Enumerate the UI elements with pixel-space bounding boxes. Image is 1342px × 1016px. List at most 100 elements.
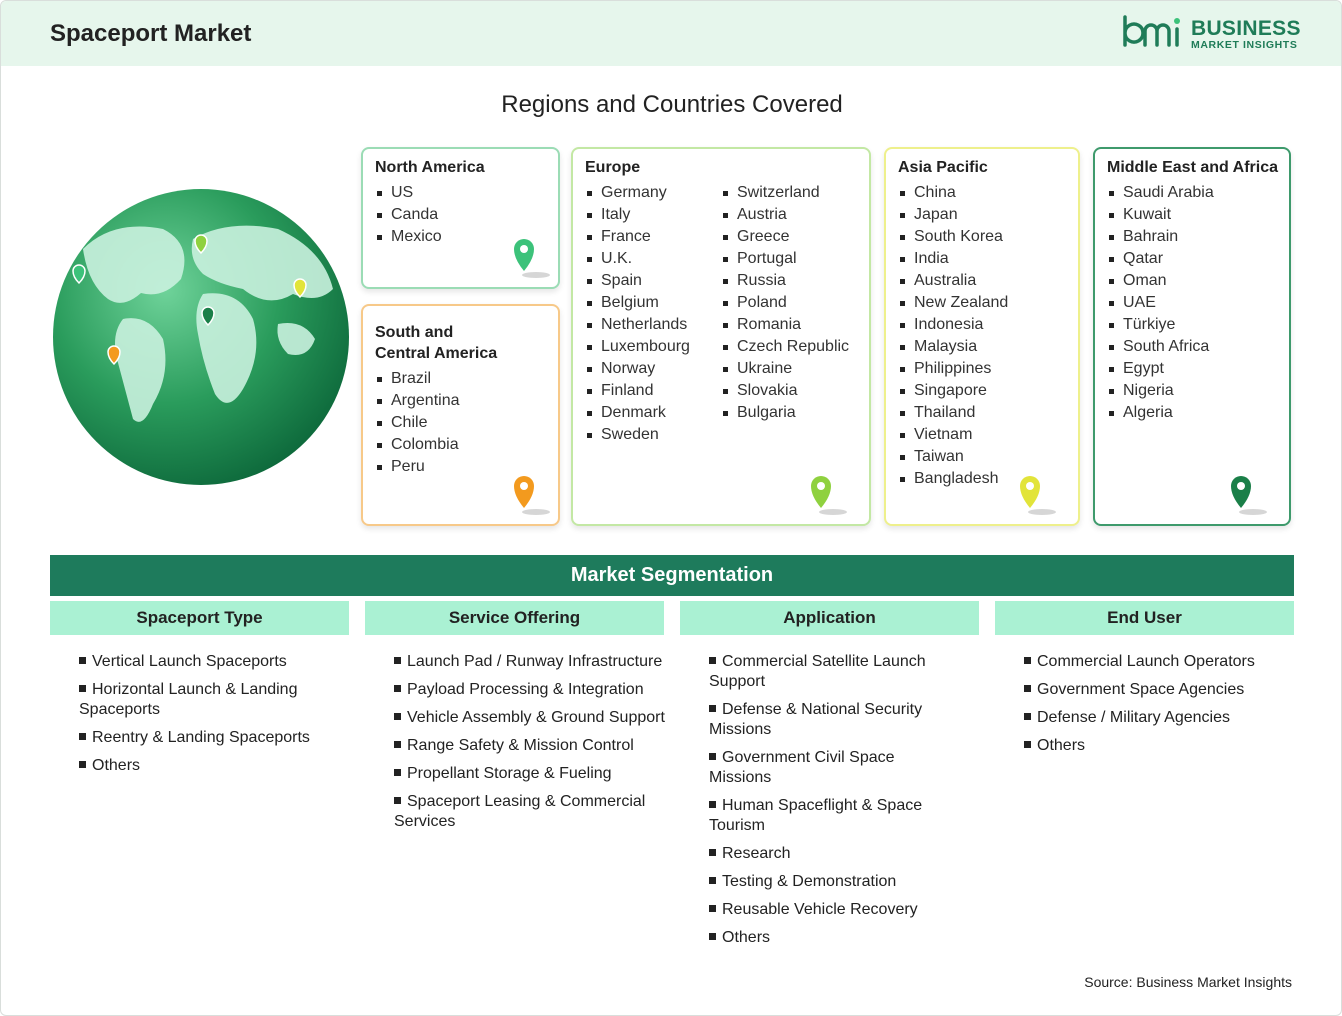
segment-item: Propellant Storage & Fueling (394, 764, 669, 784)
country-item: Malaysia (898, 336, 1066, 358)
region-card-middle-east-africa: Middle East and Africa Saudi Arabia Kuwa… (1093, 147, 1291, 526)
segment-item-label: Government Civil Space Missions (709, 749, 895, 786)
country-item: Türkiye (1107, 314, 1277, 336)
segment-item-label: Human Spaceflight & Space Tourism (709, 797, 923, 834)
header-bar: Spaceport Market BUSINESS MARKET INSIGHT… (1, 1, 1341, 66)
bullet-icon (79, 685, 86, 692)
map-pin-icon (1231, 476, 1267, 515)
country-item: Japan (898, 204, 1066, 226)
country-item: South Korea (898, 226, 1066, 248)
country-item: Greece (721, 226, 857, 248)
segment-item-label: Range Safety & Mission Control (407, 737, 634, 754)
bullet-icon (1024, 685, 1031, 692)
region-title: North America (375, 159, 485, 176)
segment-item-label: Propellant Storage & Fueling (407, 765, 612, 782)
country-item: Bulgaria (721, 402, 857, 424)
country-item: Denmark (585, 402, 721, 424)
bullet-icon (709, 905, 716, 912)
segment-item-label: Others (722, 929, 771, 946)
region-card-north-america: North America US Canda Mexico (361, 147, 560, 289)
source-note: Source: Business Market Insights (1084, 974, 1292, 990)
region-title-line: Central America (375, 345, 498, 362)
country-item: Portugal (721, 248, 857, 270)
segment-header-spaceport-type: Spaceport Type (50, 601, 349, 635)
segment-item: Horizontal Launch & Landing Spaceports (79, 680, 339, 720)
country-item: Singapore (898, 380, 1066, 402)
segment-item: Payload Processing & Integration (394, 680, 669, 700)
segment-item-label: Payload Processing & Integration (407, 681, 644, 698)
segment-item-label: Vertical Launch Spaceports (92, 653, 287, 670)
segment-header-end-user: End User (995, 601, 1294, 635)
country-item: U.K. (585, 248, 721, 270)
logo-sub-text: MARKET INSIGHTS (1191, 39, 1298, 51)
segment-item-label: Defense & National Security Missions (709, 701, 923, 738)
region-title-line: South and (375, 324, 454, 341)
region-title: South and Central America (375, 322, 546, 364)
segment-item-label: Horizontal Launch & Landing Spaceports (79, 681, 298, 718)
logo-brand-text: BUSINESS (1191, 17, 1301, 40)
country-item: US (375, 182, 546, 204)
map-pin-icon (514, 476, 550, 515)
country-item: Australia (898, 270, 1066, 292)
country-item: Sweden (585, 424, 721, 446)
country-item: China (898, 182, 1066, 204)
country-item: Indonesia (898, 314, 1066, 336)
country-item: Romania (721, 314, 857, 336)
country-item: Oman (1107, 270, 1277, 292)
country-item: Bahrain (1107, 226, 1277, 248)
country-item: Slovakia (721, 380, 857, 402)
country-item: Czech Republic (721, 336, 857, 358)
page-title: Spaceport Market (50, 20, 252, 47)
bullet-icon (394, 797, 401, 804)
segment-list-end-user: Commercial Launch Operators Government S… (1024, 652, 1289, 764)
country-item: India (898, 248, 1066, 270)
segment-item-label: Reusable Vehicle Recovery (722, 901, 918, 918)
region-title: Europe (585, 159, 641, 176)
bullet-icon (79, 657, 86, 664)
map-pin-icon (811, 476, 847, 515)
country-item: Spain (585, 270, 721, 292)
region-title: Asia Pacific (898, 159, 988, 176)
segment-item-label: Research (722, 845, 791, 862)
country-item: Kuwait (1107, 204, 1277, 226)
country-item: Taiwan (898, 446, 1066, 468)
segment-header-service-offering: Service Offering (365, 601, 664, 635)
segment-item-label: Government Space Agencies (1037, 681, 1245, 698)
segment-item-label: Defense / Military Agencies (1037, 709, 1230, 726)
bullet-icon (394, 741, 401, 748)
segment-header-application: Application (680, 601, 979, 635)
segment-item: Spaceport Leasing & Commercial Services (394, 792, 669, 832)
region-card-europe: Europe Germany Italy France U.K. Spain B… (571, 147, 871, 526)
bullet-icon (79, 733, 86, 740)
bullet-icon (709, 933, 716, 940)
segment-item: Testing & Demonstration (709, 872, 959, 892)
segment-item-label: Testing & Demonstration (722, 873, 897, 890)
segment-item-label: Reentry & Landing Spaceports (92, 729, 310, 746)
country-item: Ukraine (721, 358, 857, 380)
segment-list-application: Commercial Satellite Launch Support Defe… (709, 652, 959, 956)
country-item: Algeria (1107, 402, 1277, 424)
bullet-icon (394, 685, 401, 692)
segmentation-title-bar: Market Segmentation (50, 555, 1294, 596)
country-item: Colombia (375, 434, 546, 456)
segment-list-spaceport-type: Vertical Launch Spaceports Horizontal La… (79, 652, 339, 784)
region-card-south-central-america: South and Central America Brazil Argenti… (361, 304, 560, 526)
country-item: Switzerland (721, 182, 857, 204)
country-item: Germany (585, 182, 721, 204)
country-item: Thailand (898, 402, 1066, 424)
country-item: UAE (1107, 292, 1277, 314)
segment-item: Range Safety & Mission Control (394, 736, 669, 756)
country-item: Norway (585, 358, 721, 380)
segment-item: Human Spaceflight & Space Tourism (709, 796, 959, 836)
segment-item: Others (79, 756, 339, 776)
country-item: Austria (721, 204, 857, 226)
bullet-icon (394, 713, 401, 720)
bullet-icon (709, 801, 716, 808)
segment-item-label: Commercial Satellite Launch Support (709, 653, 926, 690)
segment-list-service-offering: Launch Pad / Runway Infrastructure Paylo… (394, 652, 669, 840)
segment-item: Reusable Vehicle Recovery (709, 900, 959, 920)
country-item: France (585, 226, 721, 248)
segment-item: Reentry & Landing Spaceports (79, 728, 339, 748)
country-item: Philippines (898, 358, 1066, 380)
bullet-icon (1024, 657, 1031, 664)
